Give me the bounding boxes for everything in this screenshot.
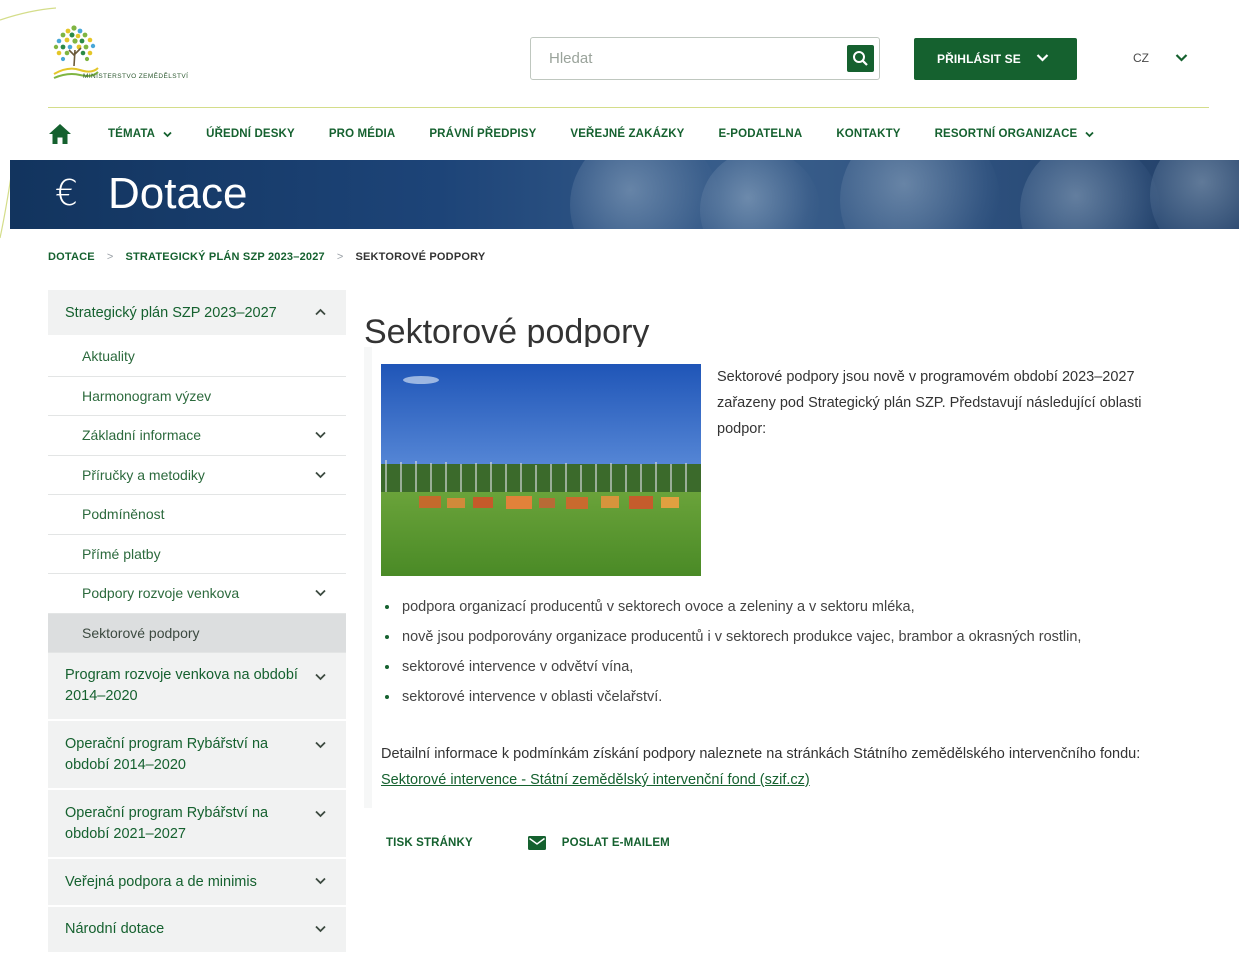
send-email-button[interactable]: POSLAT E-MAILEM: [527, 836, 670, 850]
search-button[interactable]: [847, 45, 874, 72]
breadcrumb-link[interactable]: STRATEGICKÝ PLÁN SZP 2023–2027: [125, 251, 324, 263]
home-icon: [49, 124, 71, 144]
chevron-down-icon: [1036, 54, 1049, 62]
sidebar-section-label: Veřejná podpora a de minimis: [65, 873, 257, 890]
szif-link[interactable]: Sektorové intervence - Státní zemědělský…: [381, 772, 810, 788]
chevron-down-icon: [315, 471, 326, 478]
breadcrumb-link[interactable]: DOTACE: [48, 251, 95, 263]
chevron-down-icon: [315, 925, 326, 933]
nav-item-label: E-PODATELNA: [718, 128, 803, 140]
nav-item-pravni-predpisy[interactable]: PRÁVNÍ PŘEDPISY: [429, 128, 536, 140]
breadcrumb-separator: >: [106, 251, 114, 263]
sidebar-item-podpory-rozvoje[interactable]: Podpory rozvoje venkova: [48, 574, 346, 614]
list-item: nově jsou podporovány organizace produce…: [381, 625, 1201, 655]
chevron-down-icon: [1085, 131, 1094, 137]
nav-item-label: PRO MÉDIA: [328, 128, 396, 140]
detail-text: Detailní informace k podmínkám získání p…: [381, 746, 1141, 762]
header-divider: [48, 107, 1209, 108]
sidebar-section-op-rybarstvi-2014[interactable]: Operační program Rybářství na období 201…: [48, 721, 346, 790]
chevron-down-icon: [315, 673, 326, 681]
chevron-down-icon: [163, 131, 172, 137]
chevron-down-icon: [315, 741, 326, 749]
sidebar-item-prirucky[interactable]: Příručky a metodiky: [48, 455, 346, 495]
sidebar-item-label: Příručky a metodiky: [82, 466, 205, 483]
page-title: Sektorové podpory: [364, 312, 650, 351]
nav-item-temata[interactable]: TÉMATA: [108, 128, 172, 140]
search-box: [530, 37, 880, 80]
chevron-down-icon: [315, 877, 326, 885]
sidebar-section-label: Program rozvoje venkova na období 2014–2…: [65, 667, 298, 704]
sidebar-section-label: Operační program Rybářství na období 201…: [65, 735, 269, 773]
login-button[interactable]: PŘIHLÁSIT SE: [914, 38, 1077, 80]
chevron-down-icon: [315, 431, 326, 439]
breadcrumb-current: SEKTOROVÉ PODPORY: [355, 251, 486, 263]
chevron-down-icon: [315, 589, 326, 597]
nav-item-label: VEŘEJNÉ ZAKÁZKY: [570, 128, 685, 140]
sidebar-item-harmonogram[interactable]: Harmonogram výzev: [48, 376, 346, 416]
sidebar-item-prime-platby[interactable]: Přímé platby: [48, 534, 346, 574]
intro-paragraph: Sektorové podpory jsou nově v programové…: [717, 369, 1142, 437]
sidebar-item-label: Podpory rozvoje venkova: [82, 585, 240, 601]
sidebar-section-label: Národní dotace: [65, 921, 165, 937]
nav-item-verejne-zakazky[interactable]: VEŘEJNÉ ZAKÁZKY: [570, 128, 684, 140]
chevron-down-icon: [1175, 54, 1188, 62]
search-input[interactable]: [531, 38, 831, 79]
sidebar-nav: Strategický plán SZP 2023–2027 Aktuality…: [48, 290, 346, 954]
nav-item-pro-media[interactable]: PRO MÉDIA: [329, 128, 396, 140]
send-email-label: POSLAT E-MAILEM: [561, 837, 670, 849]
nav-item-label: ÚŘEDNÍ DESKY: [206, 128, 295, 140]
detail-paragraph: Detailní informace k podmínkám získání p…: [381, 741, 1196, 793]
sidebar-section-prv-2014[interactable]: Program rozvoje venkova na období 2014–2…: [48, 653, 346, 721]
mail-icon: [527, 836, 546, 850]
nav-item-uredni-desky[interactable]: ÚŘEDNÍ DESKY: [206, 128, 295, 140]
login-label: PŘIHLÁSIT SE: [937, 52, 1021, 66]
sidebar-item-label: Sektorové podpory: [82, 624, 200, 641]
nav-item-label: PRÁVNÍ PŘEDPISY: [429, 128, 537, 140]
list-item: podpora organizací producentů v sektorec…: [381, 595, 1201, 625]
nav-item-label: RESORTNÍ ORGANIZACE: [934, 128, 1078, 140]
hero-title: Dotace: [108, 169, 248, 218]
hero-banner: € Dotace: [10, 160, 1239, 229]
list-item: sektorové intervence v odvětví vína,: [381, 655, 1201, 685]
language-label: CZ: [1133, 51, 1149, 65]
search-icon: [853, 51, 868, 66]
sidebar-item-zakladni-informace[interactable]: Základní informace: [48, 416, 346, 456]
home-link[interactable]: [48, 120, 76, 148]
main-nav: TÉMATA ÚŘEDNÍ DESKY PRO MÉDIA PRÁVNÍ PŘE…: [48, 118, 1128, 150]
sidebar-item-sektorove-podpory[interactable]: Sektorové podpory: [48, 613, 346, 653]
beehives-photo: [381, 364, 701, 576]
nav-item-kontakty[interactable]: KONTAKTY: [836, 128, 900, 140]
sidebar-section-op-rybarstvi-2021[interactable]: Operační program Rybářství na období 202…: [48, 790, 346, 859]
sidebar-section-label: Strategický plán SZP 2023–2027: [65, 305, 277, 321]
breadcrumb-separator: >: [336, 251, 344, 263]
sidebar-item-label: Aktuality: [82, 348, 135, 364]
nav-item-e-podatelna[interactable]: E-PODATELNA: [718, 128, 802, 140]
sidebar-item-label: Podmíněnost: [82, 506, 165, 522]
list-item: sektorové intervence v oblasti včelařstv…: [381, 685, 1201, 715]
sidebar-section-verejna-podpora[interactable]: Veřejná podpora a de minimis: [48, 859, 346, 907]
nav-item-label: TÉMATA: [108, 128, 156, 140]
sidebar-item-label: Harmonogram výzev: [82, 387, 212, 404]
chevron-up-icon: [315, 308, 326, 316]
ministry-logo[interactable]: MINISTERSTVO ZEMĚDĚLSTVÍ: [50, 22, 220, 84]
language-selector[interactable]: CZ: [1133, 51, 1188, 65]
sidebar-item-aktuality[interactable]: Aktuality: [48, 337, 346, 377]
sidebar-item-label: Základní informace: [82, 427, 202, 443]
euro-icon: €: [55, 173, 78, 214]
bullet-list: podpora organizací producentů v sektorec…: [381, 595, 1201, 715]
nav-item-label: KONTAKTY: [836, 128, 901, 140]
sidebar-item-label: Přímé platby: [82, 545, 161, 562]
nav-item-resortni-organizace[interactable]: RESORTNÍ ORGANIZACE: [935, 128, 1095, 140]
content-panel: Sektorové podpory jsou nově v programové…: [372, 347, 1208, 808]
sidebar-section-strategic-plan[interactable]: Strategický plán SZP 2023–2027: [48, 290, 346, 337]
sidebar-item-podminenost[interactable]: Podmíněnost: [48, 495, 346, 535]
page-tools: TISK STRÁNKY POSLAT E-MAILEM: [386, 836, 670, 850]
chevron-down-icon: [315, 810, 326, 818]
logo-text: MINISTERSTVO ZEMĚDĚLSTVÍ: [83, 73, 189, 80]
sidebar-section-narodni-dotace[interactable]: Národní dotace: [48, 907, 346, 954]
sidebar-section-label: Operační program Rybářství na období 202…: [65, 804, 269, 842]
breadcrumb: DOTACE > STRATEGICKÝ PLÁN SZP 2023–2027 …: [48, 251, 485, 263]
print-page-button[interactable]: TISK STRÁNKY: [386, 837, 473, 849]
